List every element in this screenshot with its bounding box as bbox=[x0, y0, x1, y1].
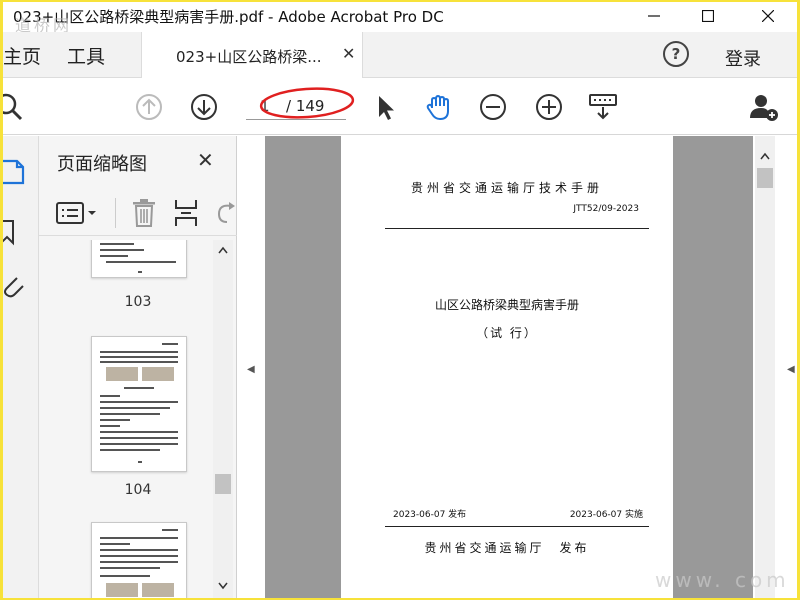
keyboard-tool-icon[interactable] bbox=[587, 91, 619, 123]
zoom-in-icon[interactable] bbox=[533, 91, 565, 123]
footer-rule bbox=[385, 526, 649, 527]
insert-page-icon[interactable] bbox=[173, 198, 199, 228]
delete-page-icon[interactable] bbox=[131, 198, 157, 228]
toolbar: 1 / 149 bbox=[3, 79, 797, 135]
bookmarks-icon[interactable] bbox=[3, 218, 31, 246]
previous-page-icon[interactable] bbox=[133, 91, 165, 123]
thumbnail-panel: 页面缩略图 ✕ 103 104 bbox=[39, 136, 237, 598]
minimize-icon bbox=[648, 15, 660, 17]
watermark-bottom: www. com bbox=[655, 568, 790, 592]
tab-document-label: 023+山区公路桥梁... bbox=[176, 48, 322, 66]
issue-date: 2023-06-07 发布 bbox=[393, 510, 467, 520]
document-view[interactable]: ◀ 贵州省交通运输厅技术手册 JTT52/09-2023 山区公路桥梁典型病害手… bbox=[237, 136, 753, 598]
canvas-right-margin bbox=[673, 136, 753, 598]
doc-code: JTT52/09-2023 bbox=[573, 204, 639, 214]
red-highlight-ellipse bbox=[259, 87, 355, 119]
thumbnail-scrollbar[interactable] bbox=[213, 240, 233, 598]
rotate-page-icon[interactable] bbox=[213, 198, 237, 228]
thumbnail-label-104: 104 bbox=[124, 482, 152, 498]
doc-header: 贵州省交通运输厅技术手册 bbox=[410, 181, 603, 195]
tab-tools[interactable]: 工具 bbox=[67, 42, 105, 69]
left-nav-strip bbox=[3, 136, 39, 598]
expand-right-panel-icon[interactable]: ◀ bbox=[787, 364, 795, 375]
scroll-up-icon[interactable] bbox=[218, 246, 228, 254]
thumbnail-label-103: 103 bbox=[124, 294, 152, 310]
scroll-thumb[interactable] bbox=[757, 168, 773, 188]
scroll-up-icon[interactable] bbox=[760, 152, 770, 160]
collapse-panel-icon[interactable]: ◀ bbox=[247, 364, 255, 375]
add-user-icon[interactable] bbox=[748, 91, 780, 123]
pdf-page: 贵州省交通运输厅技术手册 JTT52/09-2023 山区公路桥梁典型病害手册 … bbox=[341, 136, 673, 598]
thumbnail-page-103[interactable] bbox=[91, 240, 187, 278]
implement-date: 2023-06-07 实施 bbox=[569, 510, 643, 520]
zoom-out-icon[interactable] bbox=[477, 91, 509, 123]
acrobat-window: 023+山区公路桥梁典型病害手册.pdf - Adobe Acrobat Pro… bbox=[3, 2, 797, 598]
tab-home[interactable]: 主页 bbox=[3, 42, 41, 69]
scroll-down-icon[interactable] bbox=[218, 582, 228, 590]
divider bbox=[115, 198, 116, 228]
canvas-left-margin bbox=[265, 136, 341, 598]
thumbnail-page-104[interactable] bbox=[91, 336, 187, 472]
maximize-button[interactable] bbox=[685, 2, 731, 30]
tab-bar: 主页 工具 023+山区公路桥梁... ✕ ? 登录 bbox=[3, 32, 797, 78]
doc-title: 山区公路桥梁典型病害手册 bbox=[434, 298, 579, 312]
options-menu-icon[interactable] bbox=[55, 200, 99, 226]
panel-close-icon[interactable]: ✕ bbox=[197, 148, 214, 172]
window-title: 023+山区公路桥梁典型病害手册.pdf - Adobe Acrobat Pro… bbox=[13, 8, 444, 26]
thumbnail-page-105[interactable] bbox=[91, 522, 187, 598]
minimize-button[interactable] bbox=[631, 2, 677, 30]
login-button[interactable]: 登录 bbox=[725, 45, 761, 71]
doc-issuer: 贵州省交通运输厅 发布 bbox=[424, 541, 590, 555]
select-cursor-icon[interactable] bbox=[369, 91, 401, 123]
header-rule bbox=[385, 228, 649, 229]
help-button[interactable]: ? bbox=[663, 41, 689, 67]
thumbnail-list: 103 104 bbox=[39, 240, 213, 598]
scroll-thumb[interactable] bbox=[215, 474, 231, 494]
attachments-icon[interactable] bbox=[3, 272, 31, 300]
search-icon[interactable] bbox=[3, 91, 27, 123]
next-page-icon[interactable] bbox=[188, 91, 220, 123]
maximize-icon bbox=[702, 10, 714, 22]
panel-toolbar bbox=[39, 190, 237, 236]
tab-document[interactable]: 023+山区公路桥梁... ✕ bbox=[141, 32, 363, 78]
doc-subtitle: （试 行） bbox=[476, 326, 538, 340]
close-window-button[interactable] bbox=[745, 2, 791, 30]
hand-tool-icon[interactable] bbox=[423, 91, 455, 123]
tab-close-icon[interactable]: ✕ bbox=[342, 44, 355, 63]
page-thumbnails-icon[interactable] bbox=[3, 158, 31, 186]
scroll-track[interactable] bbox=[755, 136, 775, 598]
close-icon bbox=[762, 10, 774, 22]
panel-title: 页面缩略图 bbox=[57, 154, 147, 175]
title-bar: 023+山区公路桥梁典型病害手册.pdf - Adobe Acrobat Pro… bbox=[3, 2, 797, 35]
